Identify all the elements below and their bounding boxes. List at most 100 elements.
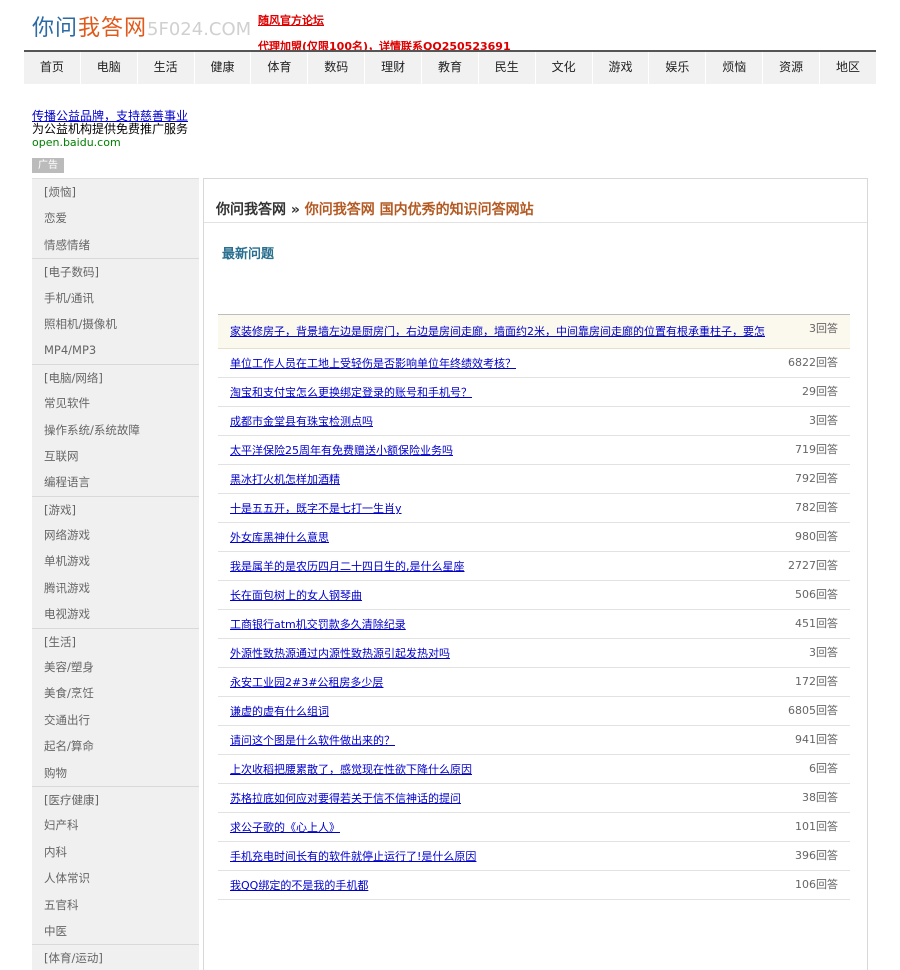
sidebar-item[interactable]: 照相机/摄像机 bbox=[32, 311, 199, 337]
nav-item[interactable]: 娱乐 bbox=[649, 52, 707, 84]
question-row: 黑冰打火机怎样加酒精 792回答 bbox=[218, 465, 850, 494]
sidebar-item[interactable]: 五官科 bbox=[32, 892, 199, 918]
sidebar-item[interactable]: 常见软件 bbox=[32, 390, 199, 416]
sidebar-item[interactable]: 恋爱 bbox=[32, 205, 199, 231]
sidebar-item[interactable]: 购物 bbox=[32, 760, 199, 786]
sidebar-item[interactable]: 妇产科 bbox=[32, 812, 199, 838]
answer-count: 396回答 bbox=[795, 849, 838, 862]
main-nav: 首页 电脑 生活 健康 体育 数码 理财 教育 民生 文化 游戏 娱乐 烦恼 资源 地区 bbox=[24, 50, 876, 84]
question-row: 上次收稻把腰累散了，感觉现在性欲下降什么原因 6回答 bbox=[218, 755, 850, 784]
sidebar-item[interactable]: 情感情绪 bbox=[32, 232, 199, 258]
breadcrumb-separator: » bbox=[286, 202, 305, 218]
question-link[interactable]: 太平洋保险25周年有免费赠送小额保险业务吗 bbox=[230, 444, 453, 457]
question-row: 家装修房子，背景墙左边是厨房门，右边是房间走廊，墙面约2米，中间靠房间走廊的位置… bbox=[218, 315, 850, 349]
question-row: 十是五五开，既字不是七打一生肖y 782回答 bbox=[218, 494, 850, 523]
question-link[interactable]: 淘宝和支付宝怎么更换绑定登录的账号和手机号？ bbox=[230, 386, 472, 399]
sidebar-item[interactable]: 美食/烹饪 bbox=[32, 680, 199, 706]
question-link[interactable]: 我是属羊的是农历四月二十四日生的,是什么星座 bbox=[230, 560, 465, 573]
question-link[interactable]: 外女库黑神什么意思 bbox=[230, 531, 329, 544]
sidebar-item[interactable]: 起名/算命 bbox=[32, 733, 199, 759]
question-link[interactable]: 单位工作人员在工地上受轻伤是否影响单位年终绩效考核？ bbox=[230, 357, 516, 370]
question-link[interactable]: 苏格拉底如何应对要得若关于信不信神话的提问 bbox=[230, 792, 461, 805]
answer-count: 6805回答 bbox=[788, 704, 838, 717]
sidebar-item[interactable]: 编程语言 bbox=[32, 469, 199, 495]
sidebar-category[interactable]: [游戏] bbox=[32, 495, 199, 522]
nav-item[interactable]: 地区 bbox=[820, 52, 876, 84]
breadcrumb-home[interactable]: 你问我答网 bbox=[216, 202, 286, 218]
nav-item[interactable]: 教育 bbox=[422, 52, 479, 84]
nav-item[interactable]: 健康 bbox=[195, 52, 252, 84]
site-logo[interactable]: 你问我答网5F024.COM bbox=[32, 10, 251, 42]
question-row: 永安工业园2#3#公租房多少层 172回答 bbox=[218, 668, 850, 697]
logo-domain: 5F024.COM bbox=[147, 19, 252, 40]
forum-link[interactable]: 随风官方论坛 bbox=[258, 12, 324, 28]
sidebar-category[interactable]: [烦恼] bbox=[32, 179, 199, 205]
nav-item[interactable]: 资源 bbox=[763, 52, 821, 84]
nav-item[interactable]: 生活 bbox=[138, 52, 195, 84]
sidebar-item[interactable]: 人体常识 bbox=[32, 865, 199, 891]
question-link[interactable]: 手机充电时间长有的软件就停止运行了!是什么原因 bbox=[230, 850, 476, 863]
main-content: 你问我答网 » 你问我答网 国内优秀的知识问答网站 最新问题 家装修房子，背景墙… bbox=[203, 178, 868, 970]
answer-count: 29回答 bbox=[802, 385, 838, 398]
nav-item[interactable]: 体育 bbox=[251, 52, 309, 84]
question-row: 外女库黑神什么意思 980回答 bbox=[218, 523, 850, 552]
nav-item[interactable]: 文化 bbox=[536, 52, 593, 84]
question-row: 我QQ绑定的不是我的手机都 106回答 bbox=[218, 871, 850, 900]
nav-item[interactable]: 首页 bbox=[24, 52, 81, 84]
nav-item[interactable]: 电脑 bbox=[81, 52, 138, 84]
sidebar-item[interactable]: 内科 bbox=[32, 839, 199, 865]
sidebar-item[interactable]: 中医 bbox=[32, 918, 199, 944]
question-link[interactable]: 成都市金堂县有珠宝检测点吗 bbox=[230, 415, 373, 428]
question-link[interactable]: 长在面包树上的女人钢琴曲 bbox=[230, 589, 362, 602]
answer-count: 451回答 bbox=[795, 617, 838, 630]
nav-item[interactable]: 理财 bbox=[365, 52, 423, 84]
nav-item[interactable]: 民生 bbox=[479, 52, 536, 84]
promo-ad[interactable]: 传播公益品牌，支持慈善事业 为公益机构提供免费推广服务 open.baidu.c… bbox=[32, 110, 189, 150]
answer-count: 3回答 bbox=[809, 646, 838, 659]
sidebar-category[interactable]: [生活] bbox=[32, 627, 199, 654]
nav-item[interactable]: 游戏 bbox=[593, 52, 650, 84]
sidebar-item[interactable]: 交通出行 bbox=[32, 707, 199, 733]
question-link[interactable]: 工商银行atm机交罚款多久清除纪录 bbox=[230, 618, 406, 631]
question-row: 外源性致热源通过内源性致热源引起发热对吗 3回答 bbox=[218, 639, 850, 668]
question-link[interactable]: 永安工业园2#3#公租房多少层 bbox=[230, 676, 383, 689]
sidebar-item[interactable]: MP4/MP3 bbox=[32, 337, 199, 363]
breadcrumb-current: 你问我答网 国内优秀的知识问答网站 bbox=[304, 202, 534, 218]
answer-count: 506回答 bbox=[795, 588, 838, 601]
nav-item[interactable]: 烦恼 bbox=[706, 52, 764, 84]
question-link[interactable]: 请问这个图是什么软件做出来的？ bbox=[230, 734, 395, 747]
sidebar-category[interactable]: [医疗健康] bbox=[32, 785, 199, 812]
question-link[interactable]: 我QQ绑定的不是我的手机都 bbox=[230, 879, 368, 892]
sidebar-category[interactable]: [体育/运动] bbox=[32, 944, 199, 970]
question-row: 我是属羊的是农历四月二十四日生的,是什么星座 2727回答 bbox=[218, 552, 850, 581]
sidebar-item[interactable]: 互联网 bbox=[32, 443, 199, 469]
answer-count: 101回答 bbox=[795, 820, 838, 833]
answer-count: 792回答 bbox=[795, 472, 838, 485]
sidebar-item[interactable]: 单机游戏 bbox=[32, 548, 199, 574]
question-list: 家装修房子，背景墙左边是厨房门，右边是房间走廊，墙面约2米，中间靠房间走廊的位置… bbox=[218, 314, 850, 900]
question-link[interactable]: 求公子歌的《心上人》 bbox=[230, 821, 340, 834]
sidebar-item[interactable]: 电视游戏 bbox=[32, 601, 199, 627]
question-link[interactable]: 家装修房子，背景墙左边是厨房门，右边是房间走廊，墙面约2米，中间靠房间走廊的位置… bbox=[230, 325, 765, 338]
sidebar-category[interactable]: [电子数码] bbox=[32, 258, 199, 284]
sidebar-item[interactable]: 网络游戏 bbox=[32, 522, 199, 548]
question-link[interactable]: 黑冰打火机怎样加酒精 bbox=[230, 473, 340, 486]
sidebar-item[interactable]: 操作系统/系统故障 bbox=[32, 417, 199, 443]
sidebar-item[interactable]: 美容/塑身 bbox=[32, 654, 199, 680]
question-link[interactable]: 上次收稻把腰累散了，感觉现在性欲下降什么原因 bbox=[230, 763, 472, 776]
question-link[interactable]: 十是五五开，既字不是七打一生肖y bbox=[230, 502, 402, 515]
question-row: 手机充电时间长有的软件就停止运行了!是什么原因 396回答 bbox=[218, 842, 850, 871]
sidebar-item[interactable]: 手机/通讯 bbox=[32, 285, 199, 311]
question-link[interactable]: 外源性致热源通过内源性致热源引起发热对吗 bbox=[230, 647, 450, 660]
sidebar-item[interactable]: 腾讯游戏 bbox=[32, 575, 199, 601]
nav-item[interactable]: 数码 bbox=[308, 52, 366, 84]
sidebar-category[interactable]: [电脑/网络] bbox=[32, 363, 199, 390]
ad-label: 广告 bbox=[32, 158, 64, 173]
answer-count: 782回答 bbox=[795, 501, 838, 514]
question-row: 淘宝和支付宝怎么更换绑定登录的账号和手机号？ 29回答 bbox=[218, 378, 850, 407]
question-link[interactable]: 谦虚的虚有什么组词 bbox=[230, 705, 329, 718]
question-row: 单位工作人员在工地上受轻伤是否影响单位年终绩效考核？ 6822回答 bbox=[218, 349, 850, 378]
divider bbox=[204, 222, 867, 223]
promo-description: 为公益机构提供免费推广服务 bbox=[32, 122, 189, 136]
question-row: 长在面包树上的女人钢琴曲 506回答 bbox=[218, 581, 850, 610]
